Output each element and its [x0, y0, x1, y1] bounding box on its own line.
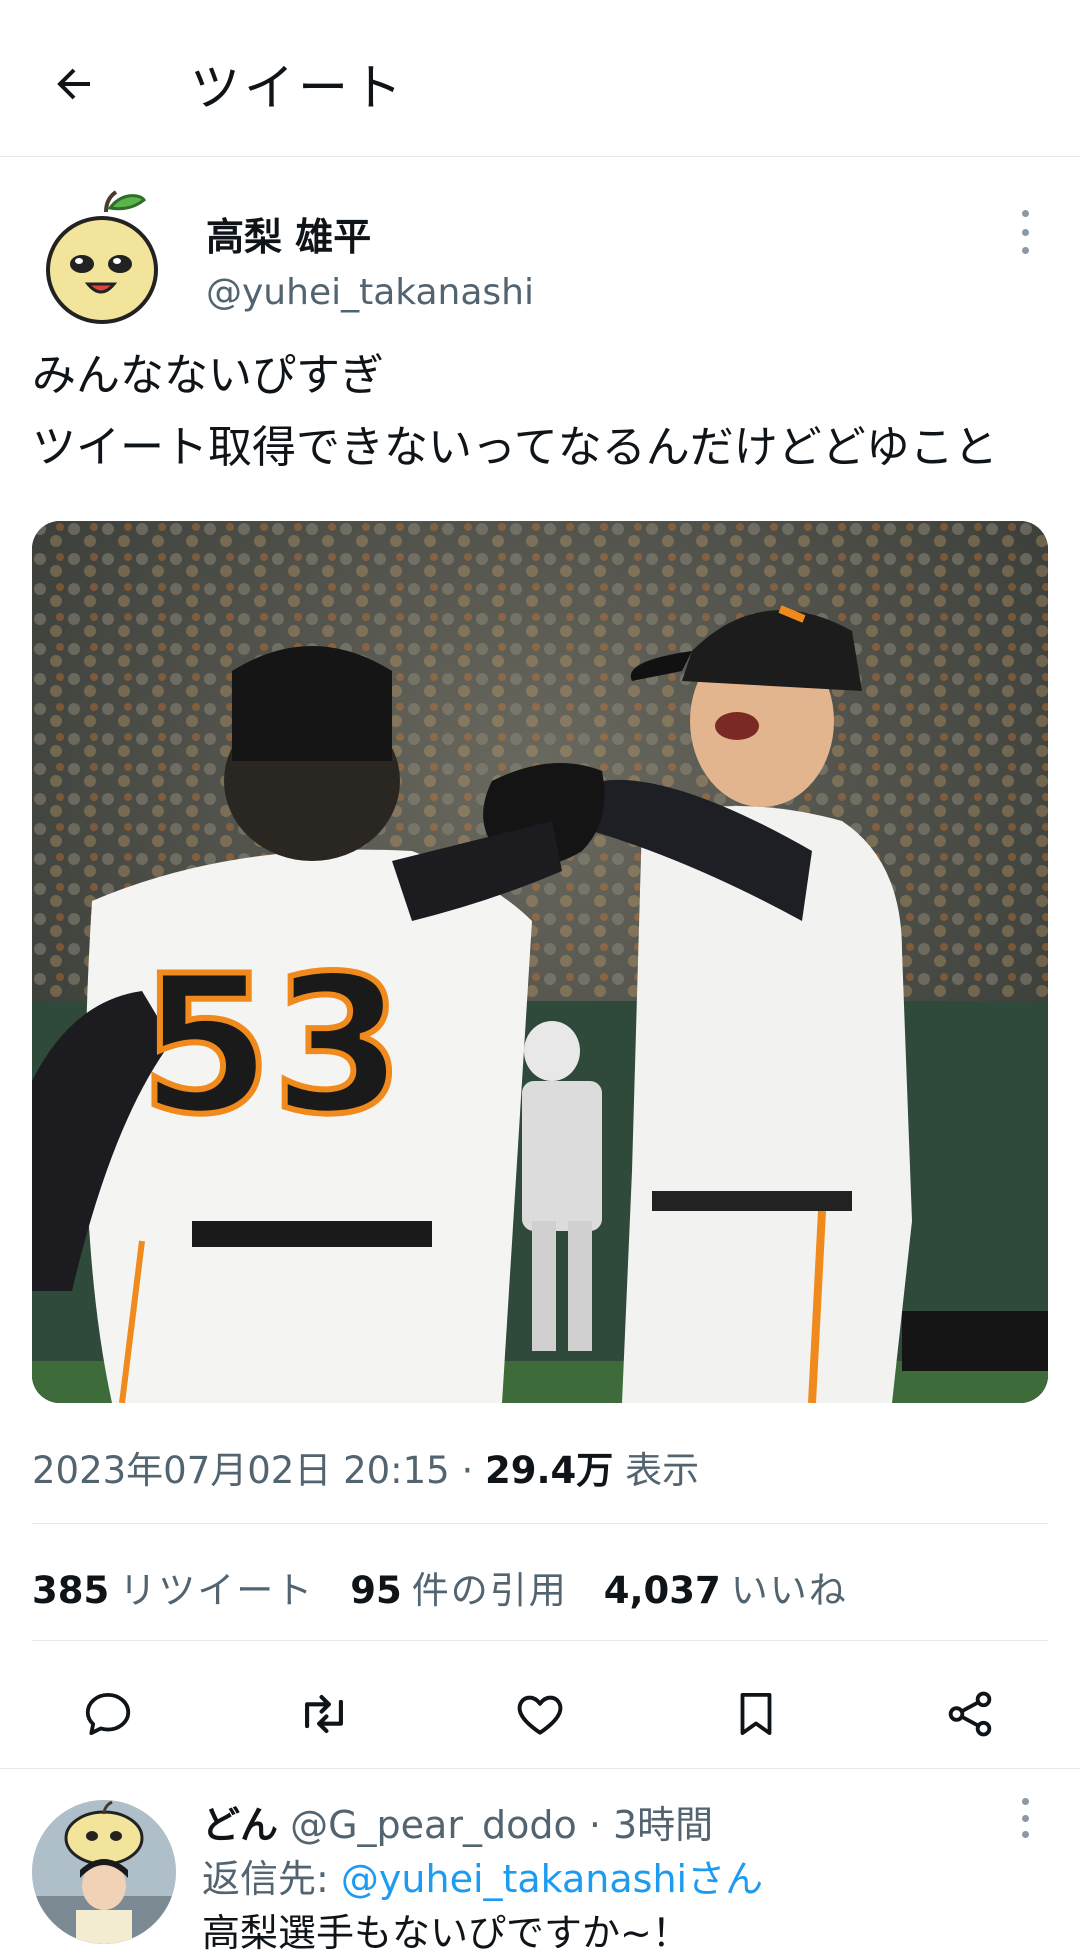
author-avatar[interactable] — [44, 188, 164, 328]
action-bar — [0, 1660, 1080, 1770]
share-button[interactable] — [934, 1678, 1006, 1750]
views-count: 29.4万 — [485, 1449, 614, 1492]
quotes-label: 件の引用 — [411, 1569, 568, 1612]
reply-author-handle[interactable]: @G_pear_dodo — [290, 1803, 577, 1847]
reply-avatar[interactable] — [32, 1800, 176, 1944]
quotes-stat[interactable]: 95 件の引用 — [350, 1560, 568, 1614]
reply-avatar-image — [32, 1800, 176, 1944]
likes-count: 4,037 — [603, 1569, 721, 1612]
share-icon — [948, 1691, 992, 1737]
reply-to-label: 返信先: — [202, 1857, 329, 1901]
retweet-icon — [305, 1695, 343, 1733]
likes-label: いいね — [730, 1569, 848, 1612]
baseball-players-photo: 53 — [32, 521, 1048, 1403]
views-label: 表示 — [625, 1449, 700, 1492]
bookmark-button[interactable] — [720, 1678, 792, 1750]
tweet-text-line: ツイート取得できないってなるんだけどどゆこと — [32, 422, 998, 473]
divider — [32, 1523, 1048, 1524]
back-arrow-icon — [57, 68, 90, 100]
retweets-label: リツイート — [119, 1569, 315, 1612]
author-name[interactable]: 高梨 雄平 — [206, 206, 371, 261]
reply-author-name[interactable]: どん — [202, 1803, 278, 1847]
likes-stat[interactable]: 4,037 いいね — [604, 1560, 848, 1614]
author-handle[interactable]: @yuhei_takanashi — [206, 272, 534, 313]
tweet-text-line: みんなないぴすぎ — [32, 350, 384, 401]
jersey-number: 53 — [140, 935, 404, 1156]
divider — [32, 1640, 1048, 1641]
back-button[interactable] — [38, 52, 110, 116]
reply-text: 高梨選手もないぴですか~！ — [202, 1911, 690, 1955]
reply-button[interactable] — [72, 1678, 144, 1750]
divider — [0, 1768, 1080, 1769]
reply-separator: · — [588, 1803, 601, 1847]
engagement-stats: 385 リツイート 95 件の引用 4,037 いいね — [32, 1560, 848, 1614]
bookmark-icon — [740, 1692, 772, 1736]
like-icon — [517, 1695, 563, 1735]
quotes-count: 95 — [350, 1569, 402, 1612]
like-button[interactable] — [504, 1678, 576, 1750]
tweet-photo[interactable]: 53 — [32, 521, 1048, 1403]
tweet-meta: 2023年07月02日 20:15 · 29.4万 表示 — [32, 1440, 699, 1494]
top-bar: ツイート — [0, 0, 1080, 157]
reply-to-link[interactable]: @yuhei_takanashiさん — [341, 1857, 763, 1901]
retweets-count: 385 — [32, 1569, 110, 1612]
more-options-button[interactable] — [1010, 210, 1040, 254]
page-title: ツイート — [190, 59, 406, 117]
meta-separator: · — [461, 1449, 474, 1492]
more-vertical-icon — [1021, 210, 1029, 217]
reply-icon — [85, 1692, 131, 1736]
tweet-text: みんなないぴすぎ ツイート取得できないってなるんだけどどゆこと — [32, 340, 1042, 484]
retweets-stat[interactable]: 385 リツイート — [32, 1560, 314, 1614]
retweet-button[interactable] — [288, 1678, 360, 1750]
reply-more-options-button[interactable] — [1010, 1798, 1040, 1838]
pear-mascot-icon — [46, 190, 158, 324]
reply-to-line: 返信先: @yuhei_takanashiさん — [202, 1848, 763, 1903]
more-vertical-icon — [1021, 1798, 1029, 1805]
reply-time[interactable]: 3時間 — [613, 1803, 713, 1847]
reply-header: どん @G_pear_dodo · 3時間 — [202, 1794, 713, 1849]
tweet-timestamp[interactable]: 2023年07月02日 20:15 — [32, 1449, 450, 1492]
